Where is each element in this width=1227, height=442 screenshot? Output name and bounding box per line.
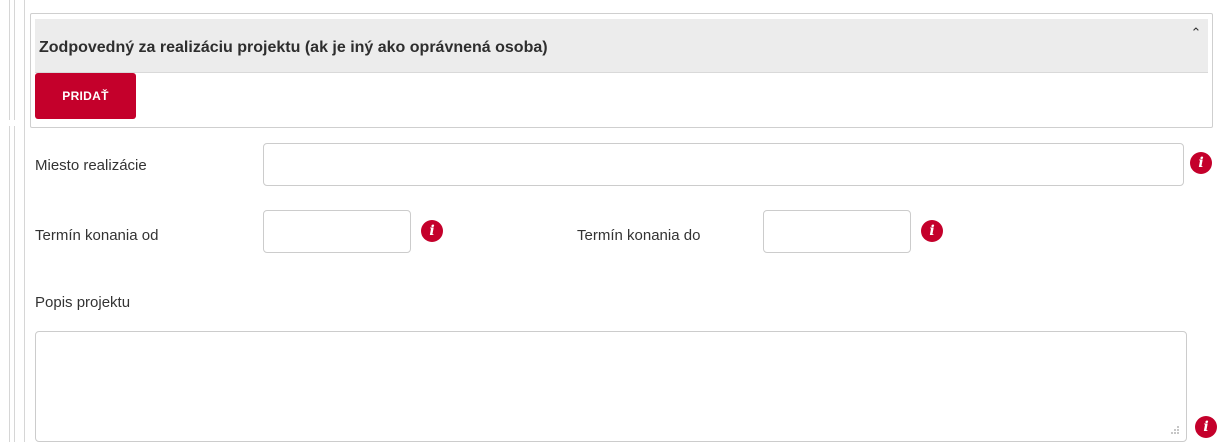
info-icon[interactable]: i (921, 220, 943, 242)
responsible-person-panel: Zodpovedný za realizáciu projektu (ak je… (30, 13, 1213, 128)
description-label: Popis projektu (35, 294, 131, 311)
left-border-line (24, 0, 25, 442)
left-border-line (9, 126, 10, 442)
left-border-line (9, 0, 10, 120)
date-from-label: Termín konania od (35, 227, 159, 244)
description-textarea[interactable] (35, 331, 1187, 442)
panel-title: Zodpovedný za realizáciu projektu (ak je… (39, 39, 548, 56)
place-label: Miesto realizácie (35, 157, 147, 174)
left-border-line (14, 126, 15, 442)
info-icon[interactable]: i (1190, 152, 1212, 174)
chevron-up-icon[interactable]: ⌃ (1188, 25, 1204, 41)
place-input[interactable] (263, 143, 1184, 186)
info-icon[interactable]: i (1195, 416, 1217, 438)
add-button[interactable]: PRIDAŤ (35, 73, 136, 119)
date-from-input[interactable] (263, 210, 411, 253)
date-to-label: Termín konania do (577, 227, 701, 244)
date-to-input[interactable] (763, 210, 911, 253)
info-icon[interactable]: i (421, 220, 443, 242)
resize-grip-icon[interactable] (1170, 425, 1180, 435)
panel-header[interactable]: Zodpovedný za realizáciu projektu (ak je… (35, 19, 1208, 73)
left-border-line (14, 0, 15, 120)
